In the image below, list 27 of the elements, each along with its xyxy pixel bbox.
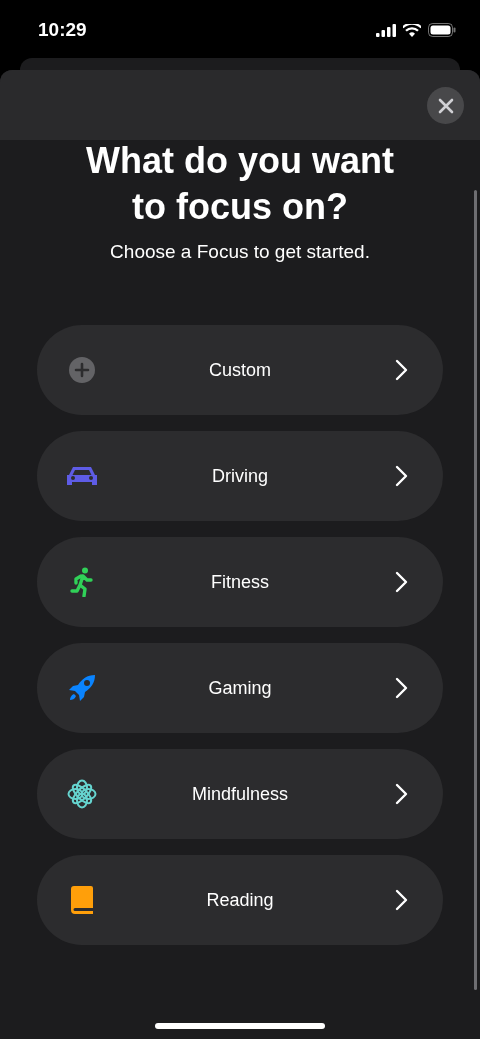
close-button[interactable] — [427, 87, 464, 124]
chevron-icon — [395, 889, 409, 911]
focus-label: Mindfulness — [192, 783, 288, 805]
focus-label: Reading — [206, 889, 274, 911]
chevron-icon — [395, 359, 409, 381]
focus-option[interactable]: Driving — [37, 431, 443, 521]
signal-icon — [376, 23, 396, 37]
heading: to focus on? — [132, 185, 348, 229]
chevron-icon — [395, 571, 409, 593]
heading-line: What do you want — [86, 140, 394, 182]
status-time: 10:29 — [38, 19, 87, 41]
focus-label: Fitness — [211, 571, 269, 593]
focus-label: Driving — [212, 465, 268, 487]
wifi-icon — [403, 23, 421, 37]
focus-option[interactable]: Fitness — [37, 537, 443, 627]
chevron-icon — [395, 783, 409, 805]
focus-option[interactable]: Mindfulness — [37, 749, 443, 839]
focus-label: Gaming — [208, 677, 272, 699]
focus-label: Custom — [209, 359, 271, 381]
close-icon — [437, 97, 454, 114]
chevron-icon — [395, 465, 409, 487]
chevron-icon — [395, 677, 409, 699]
subtitle: Choose a Focus to get started. — [110, 241, 370, 263]
focus-option[interactable]: Reading — [37, 855, 443, 945]
focus-option[interactable]: Custom — [37, 325, 443, 415]
focus-option[interactable]: Gaming — [37, 643, 443, 733]
battery-icon — [428, 23, 456, 37]
